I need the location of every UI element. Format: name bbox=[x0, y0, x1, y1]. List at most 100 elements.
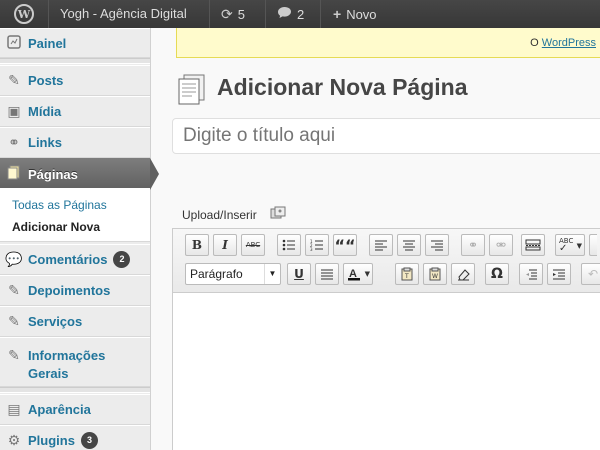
sidebar-item-depoimentos[interactable]: ✎ Depoimentos bbox=[0, 275, 150, 306]
updates-count: 5 bbox=[237, 7, 245, 22]
sidebar-item-label: Plugins bbox=[28, 433, 75, 448]
numbered-list-icon: 123 bbox=[310, 239, 323, 251]
checkmark-icon: ✓ bbox=[559, 243, 568, 254]
align-right-icon bbox=[431, 240, 443, 251]
pin-icon: ✎ bbox=[8, 72, 20, 88]
pages-submenu: Todas as Páginas Adicionar Nova bbox=[0, 188, 150, 242]
blockquote-button[interactable]: ““ bbox=[333, 234, 357, 256]
title-input[interactable] bbox=[172, 118, 600, 154]
format-select-value: Parágrafo bbox=[190, 267, 243, 281]
paste-text-button[interactable]: T bbox=[395, 263, 419, 285]
align-right-button[interactable] bbox=[425, 234, 449, 256]
sidebar-item-paginas[interactable]: Páginas bbox=[0, 158, 159, 190]
pages-icon bbox=[176, 73, 208, 105]
sidebar-item-comentarios[interactable]: 💬 Comentários 2 bbox=[0, 244, 150, 275]
align-center-icon bbox=[403, 240, 415, 251]
sidebar-item-servicos[interactable]: ✎ Serviços bbox=[0, 306, 150, 337]
appearance-icon: ▤ bbox=[7, 401, 21, 417]
menu-separator bbox=[0, 58, 150, 64]
wordpress-logo-icon[interactable]: W bbox=[0, 0, 48, 28]
plugins-badge: 3 bbox=[80, 432, 98, 449]
toolbar-toggle-button[interactable] bbox=[589, 234, 597, 256]
unlink-button[interactable]: ⚮ bbox=[489, 234, 513, 256]
format-select[interactable]: Parágrafo ▼ bbox=[185, 263, 281, 285]
add-media-icon[interactable] bbox=[270, 206, 286, 220]
indent-button[interactable] bbox=[547, 263, 571, 285]
pin-icon: ✎ bbox=[8, 282, 20, 298]
paste-word-button[interactable]: W bbox=[423, 263, 447, 285]
divider bbox=[265, 0, 266, 28]
sidebar-item-plugins[interactable]: ⚙ Plugins 3 bbox=[0, 425, 150, 450]
italic-button[interactable]: I bbox=[213, 234, 237, 256]
link-icon: ⚭ bbox=[467, 238, 479, 252]
divider bbox=[320, 0, 321, 28]
undo-icon: ↶ bbox=[587, 267, 599, 281]
divider bbox=[48, 0, 49, 28]
sidebar-item-painel[interactable]: Painel bbox=[0, 28, 150, 58]
comment-bubble-icon bbox=[277, 0, 292, 28]
special-character-button[interactable]: Ω bbox=[485, 263, 509, 285]
read-more-icon bbox=[525, 239, 541, 251]
undo-button[interactable]: ↶ bbox=[581, 263, 600, 285]
sidebar-item-label: Aparência bbox=[28, 402, 91, 417]
justify-icon bbox=[321, 269, 333, 280]
pages-icon bbox=[0, 165, 28, 183]
numbered-list-button[interactable]: 123 bbox=[305, 234, 329, 256]
link-icon: ⚭ bbox=[8, 134, 20, 150]
sidebar-item-midia[interactable]: ▣ Mídia bbox=[0, 96, 150, 127]
spellcheck-button[interactable]: ABC ✓ ▼ bbox=[555, 234, 585, 256]
editor-toolbar: B I ABC 123 ““ ⚭ ⚮ ABC ✓ ▼ Parágrafo ▼ U… bbox=[173, 229, 600, 293]
sidebar-item-label: Mídia bbox=[28, 104, 62, 119]
bullet-list-button[interactable] bbox=[277, 234, 301, 256]
sidebar-item-label-wrap: Informações Gerais bbox=[28, 347, 105, 383]
page-title: Adicionar Nova Página bbox=[217, 74, 468, 100]
sidebar-item-links[interactable]: ⚭ Links bbox=[0, 127, 150, 158]
paste-text-icon: T bbox=[401, 267, 413, 281]
sidebar-item-posts[interactable]: ✎ Posts bbox=[0, 65, 150, 96]
menu-separator bbox=[0, 387, 150, 393]
site-name-link[interactable]: Yogh - Agência Digital bbox=[60, 0, 187, 28]
text-color-button[interactable]: A ▼ bbox=[343, 263, 373, 285]
comments-badge: 2 bbox=[113, 251, 131, 268]
upload-insert-label: Upload/Inserir bbox=[182, 208, 257, 222]
dashboard-icon bbox=[0, 34, 28, 52]
justify-button[interactable] bbox=[315, 263, 339, 285]
clear-formatting-button[interactable] bbox=[451, 263, 475, 285]
sidebar-item-label: Serviços bbox=[28, 314, 83, 329]
comments-button[interactable]: 2 bbox=[277, 0, 304, 28]
sidebar-item-aparencia[interactable]: ▤ Aparência bbox=[0, 394, 150, 425]
sidebar-item-label: Páginas bbox=[28, 166, 78, 182]
submenu-all-pages[interactable]: Todas as Páginas bbox=[12, 198, 107, 212]
underline-button[interactable]: U bbox=[287, 263, 311, 285]
insert-more-button[interactable] bbox=[521, 234, 545, 256]
notice-link[interactable]: WordPress bbox=[542, 37, 596, 49]
pin-icon: ✎ bbox=[8, 347, 20, 363]
submenu-add-new[interactable]: Adicionar Nova bbox=[12, 220, 100, 234]
comment-icon: 💬 bbox=[5, 251, 23, 267]
refresh-icon: ⟳ bbox=[221, 6, 233, 22]
align-left-button[interactable] bbox=[369, 234, 393, 256]
sidebar-item-informacoes-gerais[interactable]: ✎ Informações Gerais bbox=[0, 337, 150, 387]
bold-button[interactable]: B bbox=[185, 234, 209, 256]
svg-text:W: W bbox=[432, 273, 438, 280]
sidebar-item-label: Depoimentos bbox=[28, 283, 111, 298]
sidebar-item-label: Painel bbox=[28, 35, 67, 51]
strikethrough-button[interactable]: ABC bbox=[241, 234, 265, 256]
svg-text:3: 3 bbox=[310, 247, 313, 251]
align-center-button[interactable] bbox=[397, 234, 421, 256]
admin-sidebar: Painel ✎ Posts ▣ Mídia ⚭ Links Páginas Toda… bbox=[0, 28, 159, 450]
chevron-down-icon: ▼ bbox=[264, 264, 280, 284]
chevron-down-icon: ▼ bbox=[576, 242, 582, 250]
update-notice: O WordPress bbox=[176, 28, 600, 58]
divider bbox=[209, 0, 210, 28]
new-content-button[interactable]: + Novo bbox=[333, 0, 377, 28]
editor-content-area[interactable] bbox=[173, 294, 600, 450]
svg-text:T: T bbox=[404, 273, 409, 280]
outdent-button[interactable] bbox=[519, 263, 543, 285]
admin-bar: W Yogh - Agência Digital ⟳ 5 2 + Novo bbox=[0, 0, 600, 28]
insert-link-button[interactable]: ⚭ bbox=[461, 234, 485, 256]
chevron-down-icon: ▼ bbox=[364, 270, 370, 278]
sidebar-item-label: Informações bbox=[28, 348, 106, 363]
sidebar-item-label: Comentários bbox=[28, 252, 108, 267]
updates-button[interactable]: ⟳ 5 bbox=[221, 0, 245, 28]
